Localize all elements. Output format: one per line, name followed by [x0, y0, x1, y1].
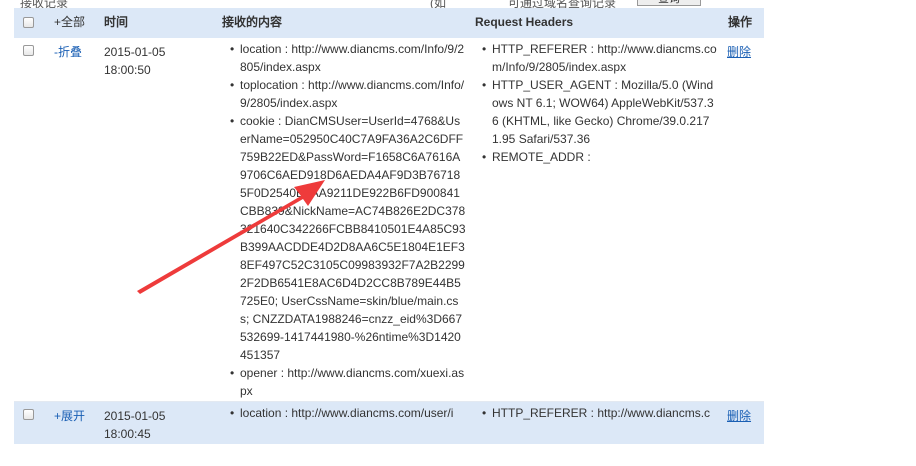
record-clock: 18:00:50	[104, 63, 151, 77]
table-header: +全部 时间 接收的内容 Request Headers 操作	[14, 8, 764, 38]
expand-all-link[interactable]: +全部	[54, 8, 85, 38]
request-headers: HTTP_REFERER : http://www.diancms.c	[482, 404, 718, 444]
checkbox-icon	[23, 45, 34, 56]
select-all-checkbox[interactable]	[23, 17, 34, 31]
header-item-referer: HTTP_REFERER : http://www.diancms.c	[482, 404, 718, 422]
content-item-location: location : http://www.diancms.com/Info/9…	[230, 40, 466, 76]
record-time: 2015-01-05 18:00:50	[104, 43, 214, 79]
record-date: 2015-01-05	[104, 45, 166, 59]
content-item-opener: opener : http://www.diancms.com/xuexi.as…	[230, 364, 466, 400]
header-item-referer: HTTP_REFERER : http://www.diancms.com/In…	[482, 40, 718, 76]
request-headers: HTTP_REFERER : http://www.diancms.com/In…	[482, 40, 718, 166]
column-header-action: 操作	[728, 15, 753, 29]
collapse-link[interactable]: -折叠	[54, 43, 82, 60]
record-clock: 18:00:45	[104, 427, 151, 441]
received-content: location : http://www.diancms.com/user/i	[230, 404, 466, 444]
query-button[interactable]: 查询	[637, 0, 701, 6]
checkbox-icon	[23, 17, 34, 28]
table-row: -折叠 2015-01-05 18:00:50 location : http:…	[14, 38, 764, 402]
toolbar-hint: 可通过域名查询记录	[508, 0, 617, 8]
column-header-time: 时间	[104, 15, 129, 29]
toolbar-title: 接收记录	[20, 0, 69, 8]
content-item-location: location : http://www.diancms.com/user/i	[230, 404, 466, 422]
row-checkbox[interactable]	[23, 45, 34, 59]
table-row: +展开 2015-01-05 18:00:45 location : http:…	[14, 402, 764, 444]
record-date: 2015-01-05	[104, 409, 166, 423]
delete-link[interactable]: 删除	[727, 43, 751, 60]
record-time: 2015-01-05 18:00:45	[104, 407, 214, 443]
received-content: location : http://www.diancms.com/Info/9…	[230, 40, 466, 400]
column-header-request-headers: Request Headers	[475, 15, 574, 29]
delete-link[interactable]: 删除	[727, 407, 751, 424]
top-toolbar-strip: 接收记录 (如 可通过域名查询记录 查询	[0, 0, 916, 8]
content-item-cookie: cookie : DianCMSUser=UserId=4768&UserNam…	[230, 112, 466, 364]
checkbox-icon	[23, 409, 34, 420]
expand-link[interactable]: +展开	[54, 407, 85, 424]
column-header-content: 接收的内容	[222, 15, 283, 29]
toolbar-note: (如	[430, 0, 446, 8]
records-table: +全部 时间 接收的内容 Request Headers 操作 -折叠 2015…	[14, 8, 764, 444]
header-item-user-agent: HTTP_USER_AGENT : Mozilla/5.0 (Windows N…	[482, 76, 718, 148]
content-item-toplocation: toplocation : http://www.diancms.com/Inf…	[230, 76, 466, 112]
header-item-remote-addr: REMOTE_ADDR :	[482, 148, 718, 166]
row-checkbox[interactable]	[23, 409, 34, 423]
